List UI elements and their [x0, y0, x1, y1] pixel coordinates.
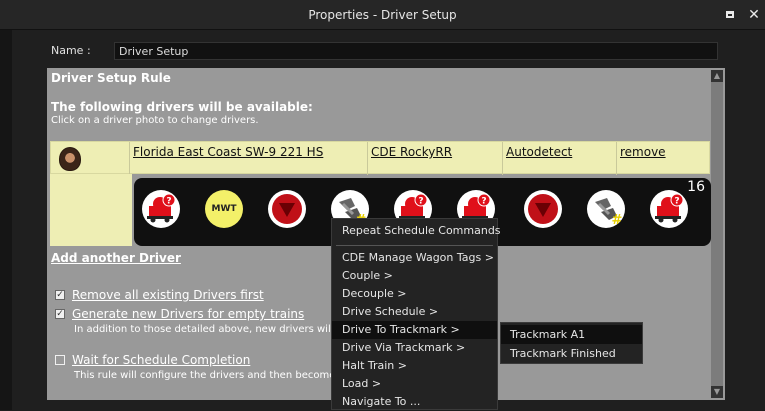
generate-drivers-checkbox[interactable]: ✓ [55, 309, 65, 319]
scroll-down-icon[interactable]: ▼ [711, 386, 723, 398]
menu-item-load[interactable]: Load > [332, 375, 497, 393]
rule-title: Driver Setup Rule [51, 71, 171, 85]
menu-item-drive-to-trackmark[interactable]: Drive To Trackmark > [332, 321, 497, 339]
close-button[interactable]: ✕ [745, 6, 763, 24]
wait-completion-label[interactable]: Wait for Schedule Completion [72, 353, 250, 367]
command-row-spacer [50, 174, 132, 246]
remove-drivers-label[interactable]: Remove all existing Drivers first [72, 288, 264, 302]
generate-drivers-label[interactable]: Generate new Drivers for empty trains [72, 307, 304, 321]
submenu-item-trackmark-a1[interactable]: Trackmark A1 [501, 325, 642, 344]
menu-item-manage-wagon-tags[interactable]: CDE Manage Wagon Tags > [332, 249, 497, 267]
driver-train-link[interactable]: Florida East Coast SW-9 221 HS [133, 145, 323, 159]
scroll-up-icon[interactable]: ▲ [711, 70, 723, 82]
title-bar[interactable]: Properties - Driver Setup ✕ [0, 0, 765, 30]
add-driver-link[interactable]: Add another Driver [51, 251, 181, 265]
driver-session-link[interactable]: CDE RockyRR [371, 145, 452, 159]
svg-text:?: ? [418, 197, 423, 207]
driver-mode-link[interactable]: Autodetect [506, 145, 572, 159]
cell-divider [367, 142, 368, 175]
drive-down-icon[interactable] [268, 190, 306, 228]
properties-window: Properties - Driver Setup ✕ Name : Drive… [0, 0, 765, 410]
name-input[interactable] [114, 42, 718, 60]
wait-completion-checkbox[interactable] [55, 355, 65, 365]
mwt-icon[interactable]: MWT [205, 190, 243, 228]
drivers-subheading: Click on a driver photo to change driver… [51, 115, 259, 126]
maximize-button[interactable] [721, 6, 739, 24]
drive-down-icon[interactable] [524, 190, 562, 228]
generate-drivers-description: In addition to those detailed above, new… [74, 324, 344, 335]
panel-scrollbar[interactable]: ▲ ▼ [711, 70, 723, 398]
menu-separator [336, 245, 493, 246]
background-window-edge [0, 30, 12, 410]
cell-divider [502, 142, 503, 175]
wait-completion-description: This rule will configure the drivers and… [74, 370, 336, 381]
driver-remove-link[interactable]: remove [620, 145, 666, 159]
svg-text:?: ? [674, 197, 679, 207]
menu-item-drive-schedule[interactable]: Drive Schedule > [332, 303, 497, 321]
cell-divider [129, 142, 130, 175]
drivers-heading: The following drivers will be available: [51, 100, 313, 114]
window-title: Properties - Driver Setup [308, 8, 457, 22]
menu-item-navigate-to[interactable]: Navigate To ... [332, 393, 497, 411]
svg-text:?: ? [481, 197, 486, 207]
name-label: Name : [51, 44, 91, 57]
svg-text:?: ? [166, 197, 171, 207]
maximize-icon [726, 11, 734, 18]
context-menu: Repeat Schedule Commands CDE Manage Wago… [331, 218, 501, 411]
menu-item-halt-train[interactable]: Halt Train > [332, 357, 497, 375]
command-count: 16 [687, 179, 705, 195]
driver-photo[interactable] [59, 147, 81, 171]
menu-item-drive-via-trackmark[interactable]: Drive Via Trackmark > [332, 339, 497, 357]
close-icon: ✕ [748, 7, 760, 23]
cell-divider [616, 142, 617, 175]
trackmark-submenu: Trackmark A1 Trackmark Finished [500, 322, 643, 364]
load-question-icon[interactable]: ? [650, 190, 688, 228]
menu-item-couple[interactable]: Couple > [332, 267, 497, 285]
coupler-hash-icon[interactable]: # [587, 190, 625, 228]
driver-row: Florida East Coast SW-9 221 HS CDE Rocky… [50, 141, 710, 175]
submenu-item-trackmark-finished[interactable]: Trackmark Finished [501, 344, 642, 363]
remove-drivers-checkbox[interactable]: ✓ [55, 290, 65, 300]
load-question-icon[interactable]: ? [142, 190, 180, 228]
menu-item-decouple[interactable]: Decouple > [332, 285, 497, 303]
svg-text:#: # [612, 213, 623, 228]
menu-item-repeat-schedule[interactable]: Repeat Schedule Commands [332, 222, 501, 240]
